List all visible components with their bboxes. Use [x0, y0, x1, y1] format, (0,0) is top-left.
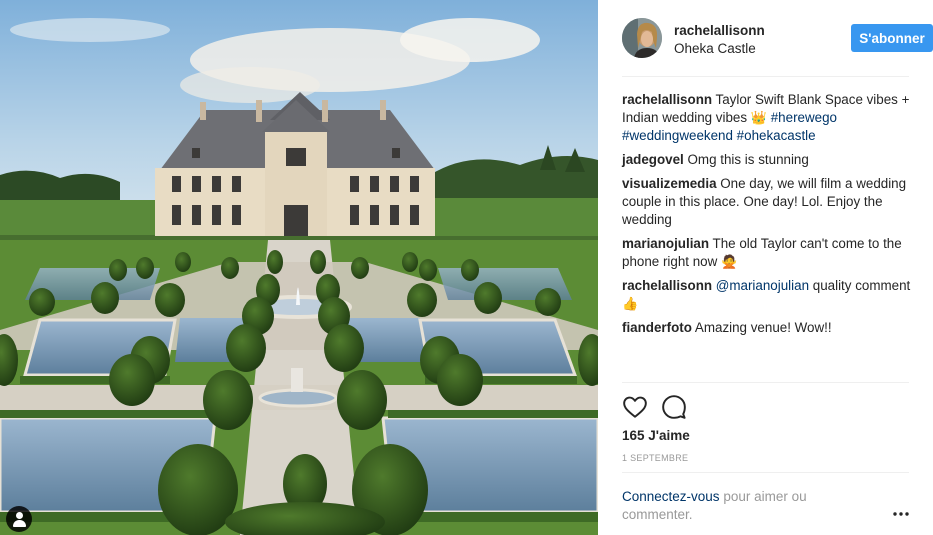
comment-username[interactable]: marianojulian [622, 236, 709, 251]
hashtag-link[interactable]: #weddingweekend [622, 128, 733, 143]
comment-username[interactable]: rachelallisonn [622, 92, 712, 107]
comment: jadegovel Omg this is stunning [622, 151, 912, 169]
heart-icon[interactable] [622, 394, 648, 420]
comments-list: rachelallisonn Taylor Swift Blank Space … [622, 91, 912, 343]
comment-username[interactable]: visualizemedia [622, 176, 717, 191]
comments-divider [622, 382, 909, 383]
likes-count[interactable]: 165 J'aime [622, 428, 690, 443]
author-username[interactable]: rachelallisonn [674, 23, 765, 38]
comment: rachelallisonn @marianojulian quality co… [622, 277, 912, 313]
comment-username[interactable]: fianderfoto [622, 320, 692, 335]
thumbs-up-emoji-icon: 👍 [622, 296, 639, 311]
profile-photo-icon [622, 18, 662, 58]
follow-button[interactable]: S'abonner [851, 24, 933, 52]
post-photo[interactable] [0, 0, 598, 535]
header-divider [622, 76, 909, 77]
user-tag-icon[interactable] [6, 506, 32, 532]
hashtag-link[interactable]: #herewego [771, 110, 837, 125]
action-bar [622, 394, 909, 420]
comment: marianojulian The old Taylor can't come … [622, 235, 912, 271]
comment-username[interactable]: rachelallisonn [622, 278, 712, 293]
post-date: 1 septembre [622, 453, 689, 463]
post-side-panel: rachelallisonn Oheka Castle S'abonner ra… [598, 0, 933, 535]
more-options-icon[interactable] [892, 505, 910, 523]
garden-castle-illustration [0, 0, 598, 535]
comment-text: Amazing venue! Wow!! [694, 320, 832, 335]
avatar[interactable] [622, 18, 662, 58]
comment-bubble-icon[interactable] [661, 394, 687, 420]
post-location[interactable]: Oheka Castle [674, 41, 756, 56]
comment-text: Omg this is stunning [687, 152, 809, 167]
mention-link[interactable]: @marianojulian [716, 278, 809, 293]
caption: rachelallisonn Taylor Swift Blank Space … [622, 91, 912, 145]
login-link[interactable]: Connectez-vous [622, 489, 720, 504]
post-header: rachelallisonn Oheka Castle S'abonner [622, 18, 933, 60]
gesture-emoji-icon: 🙅 [721, 254, 738, 269]
login-prompt: Connectez-vous pour aimer ou commenter. [622, 488, 862, 524]
footer-divider [622, 472, 909, 473]
user-tag-head [16, 512, 23, 519]
comment-text: quality comment [812, 278, 911, 293]
user-tag-body [13, 520, 26, 527]
comment: visualizemedia One day, we will film a w… [622, 175, 912, 229]
hashtag-link[interactable]: #ohekacastle [737, 128, 816, 143]
comment: fianderfoto Amazing venue! Wow!! [622, 319, 912, 337]
crown-emoji-icon: 👑 [750, 110, 767, 125]
comment-username[interactable]: jadegovel [622, 152, 684, 167]
